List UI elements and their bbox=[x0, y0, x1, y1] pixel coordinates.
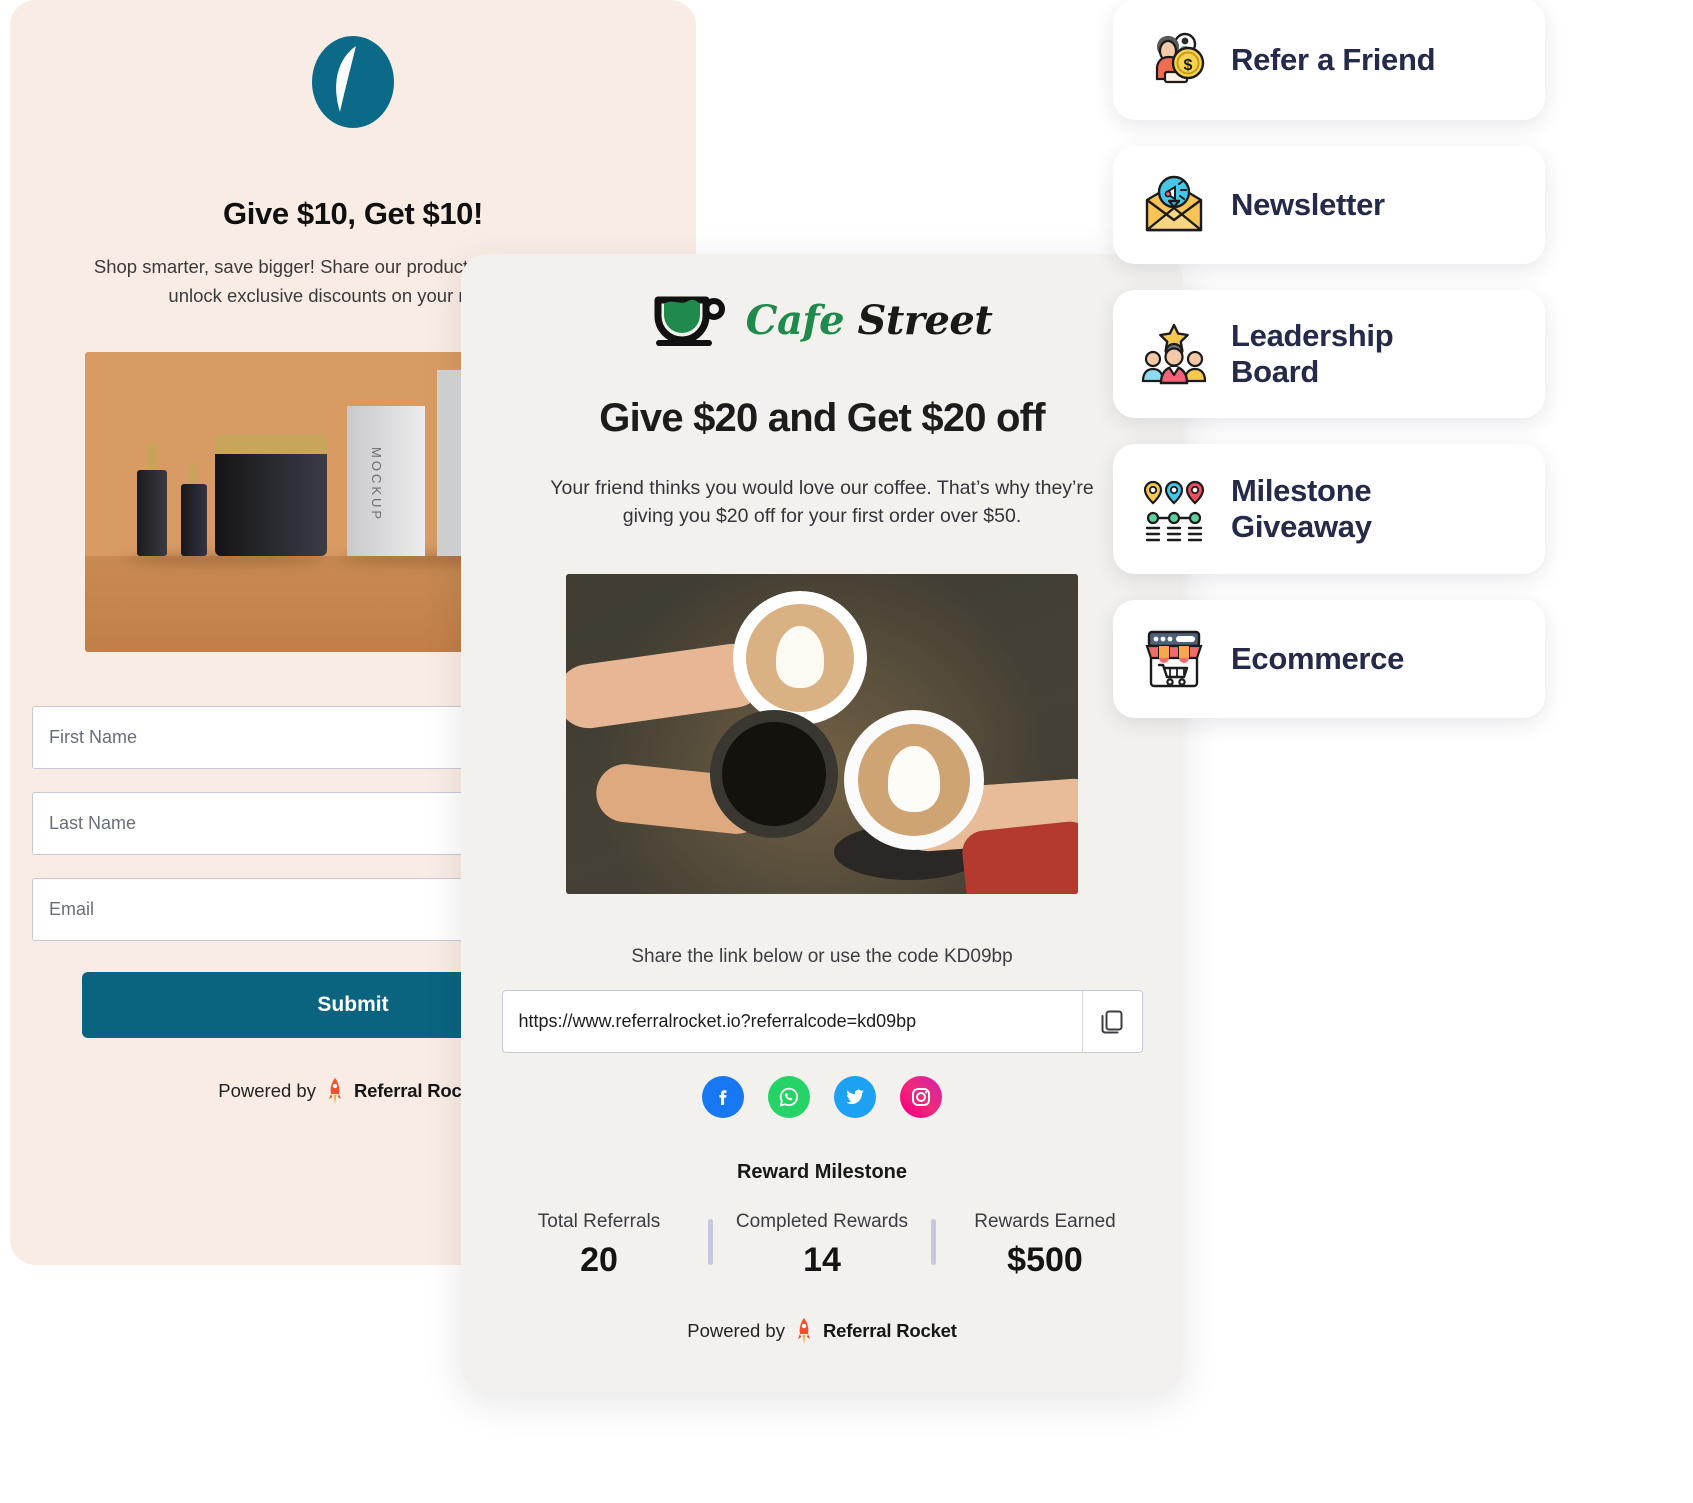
powered-by-label: Powered by bbox=[218, 1080, 316, 1101]
share-instruction: Share the link below or use the code KD0… bbox=[631, 946, 1013, 967]
coffee-cup-icon bbox=[654, 296, 725, 346]
stat-label: Completed Rewards bbox=[735, 1211, 909, 1232]
share-twitter-button[interactable] bbox=[834, 1076, 876, 1118]
feature-pill-newsletter[interactable]: Newsletter bbox=[1113, 146, 1545, 264]
copy-link-button[interactable] bbox=[1081, 991, 1142, 1052]
rocket-icon bbox=[797, 1318, 810, 1344]
feature-pill-refer-a-friend[interactable]: $ Refer a Friend bbox=[1113, 0, 1545, 120]
copy-icon bbox=[1101, 1010, 1123, 1033]
referral-share-card: Cafe Street Give $20 and Get $20 off You… bbox=[461, 254, 1183, 1392]
feature-pill-label: Milestone Giveaway bbox=[1231, 473, 1372, 544]
stat-total-referrals: Total Referrals 20 bbox=[490, 1211, 708, 1280]
reward-milestone-title: Reward Milestone bbox=[736, 1161, 908, 1183]
stat-label: Rewards Earned bbox=[974, 1211, 1116, 1232]
stat-value: 20 bbox=[580, 1241, 618, 1279]
offer-title: Give $20 and Get $20 off bbox=[599, 396, 1045, 440]
cafe-street-wordmark: Cafe Street bbox=[746, 297, 993, 344]
feature-pill-milestone-giveaway[interactable]: Milestone Giveaway bbox=[1113, 444, 1545, 574]
brand-logo bbox=[10, 0, 696, 130]
share-whatsapp-button[interactable] bbox=[768, 1076, 810, 1118]
stat-completed-rewards: Completed Rewards 14 bbox=[713, 1211, 931, 1280]
stat-value: 14 bbox=[803, 1241, 841, 1279]
instagram-icon bbox=[912, 1088, 930, 1106]
leadership-board-icon bbox=[1135, 315, 1213, 393]
feature-pill-list: $ Refer a Friend Newsletter Leadership B… bbox=[1113, 0, 1545, 744]
offer-subtitle: Your friend thinks you would love our co… bbox=[550, 477, 1094, 527]
leaf-circle-logo-icon bbox=[312, 36, 394, 128]
twitter-icon bbox=[846, 1089, 864, 1105]
social-share-row bbox=[461, 1076, 1183, 1118]
powered-by-brand: Referral Rocket bbox=[822, 1320, 957, 1341]
feature-pill-label: Ecommerce bbox=[1231, 641, 1405, 676]
ecommerce-store-icon bbox=[1135, 620, 1213, 698]
referral-link-row bbox=[501, 990, 1143, 1053]
reward-stats-row: Total Referrals 20 Completed Rewards 14 … bbox=[461, 1211, 1183, 1280]
facebook-icon bbox=[712, 1086, 734, 1108]
share-facebook-button[interactable] bbox=[702, 1076, 744, 1118]
feature-pill-label: Refer a Friend bbox=[1231, 42, 1436, 77]
brand-word-cafe: Cafe bbox=[745, 296, 845, 344]
whatsapp-icon bbox=[779, 1087, 799, 1107]
refer-a-friend-icon: $ bbox=[1135, 21, 1213, 99]
page-root: Give $10, Get $10! Shop smarter, save bi… bbox=[0, 0, 1693, 1503]
stat-value: $500 bbox=[1007, 1241, 1083, 1279]
coffee-hero-image bbox=[566, 574, 1078, 894]
feature-pill-label: Newsletter bbox=[1231, 187, 1385, 222]
powered-by-label: Powered by bbox=[687, 1320, 785, 1341]
svg-text:$: $ bbox=[1184, 57, 1193, 74]
share-instagram-button[interactable] bbox=[900, 1076, 942, 1118]
referral-link-input[interactable] bbox=[502, 991, 1082, 1052]
milestone-giveaway-icon bbox=[1135, 470, 1213, 548]
newsletter-envelope-icon bbox=[1135, 166, 1213, 244]
rocket-icon bbox=[328, 1078, 341, 1104]
feature-pill-label: Leadership Board bbox=[1231, 318, 1394, 389]
powered-by-footer: Powered by Referral Rocket bbox=[461, 1318, 1183, 1344]
feature-pill-leadership-board[interactable]: Leadership Board bbox=[1113, 290, 1545, 418]
brand-word-street: Street bbox=[857, 296, 993, 344]
page-title: Give $10, Get $10! bbox=[223, 196, 483, 231]
cafe-street-logo: Cafe Street bbox=[461, 254, 1183, 350]
feature-pill-ecommerce[interactable]: Ecommerce bbox=[1113, 600, 1545, 718]
stat-rewards-earned: Rewards Earned $500 bbox=[936, 1211, 1154, 1280]
stat-label: Total Referrals bbox=[537, 1211, 661, 1232]
